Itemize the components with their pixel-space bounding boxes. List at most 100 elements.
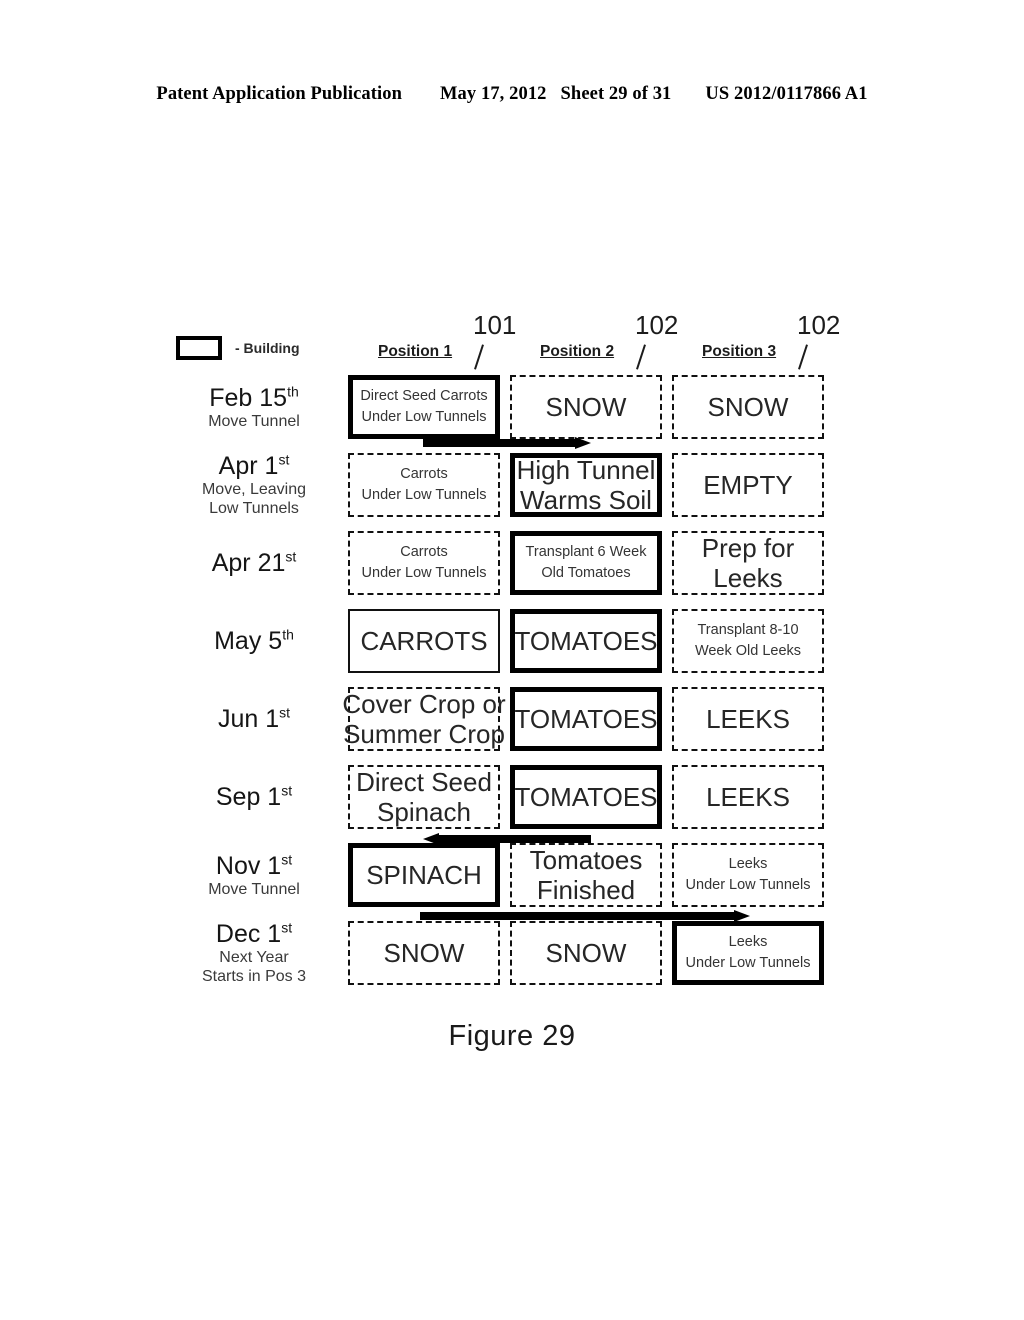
schedule-cell-r7-c1: SPINACH (348, 843, 500, 907)
cell-text-line: Finished (536, 875, 636, 905)
date-label-row-6: Sep 1st (168, 783, 340, 811)
date-text: Nov 1 (215, 851, 282, 880)
schedule-cell-r2-c1: Carrots Under Low Tunnels (348, 453, 500, 517)
move-arrow-nov-to-dec (420, 910, 750, 922)
schedule-cell-r5-c1: Cover Crop or Summer Crop (342, 687, 506, 751)
cell-text-line: Under Low Tunnels (685, 877, 811, 893)
cell-text-line: EMPTY (703, 470, 793, 500)
date-text: May 5 (214, 627, 283, 655)
schedule-cell-r6-c2: TOMATOES (510, 765, 662, 829)
date-title: Jun 1st (168, 705, 340, 733)
date-text: Dec 1 (215, 920, 282, 948)
column-header-position-2: Position 2 (540, 343, 615, 360)
cell-text-line: Tomatoes (529, 845, 643, 875)
cell-text-line: Under Low Tunnels (361, 487, 487, 503)
date-title: May 5th (168, 627, 340, 655)
move-arrow-feb-to-apr (423, 437, 591, 449)
date-label-row-4: May 5th (168, 627, 340, 655)
cell-text-line: LEEKS (706, 704, 790, 734)
cell-text-line: Under Low Tunnels (685, 955, 811, 971)
date-ordinal: st (281, 919, 293, 936)
date-text: Apr 21 (211, 549, 286, 577)
cell-text-line: Leeks (728, 856, 768, 872)
schedule-cell-r7-c2: Tomatoes Finished (510, 843, 662, 907)
date-text: Sep 1 (215, 783, 282, 811)
cell-text-line: TOMATOES (514, 626, 658, 656)
date-ordinal: st (279, 704, 291, 721)
schedule-cell-r4-c2: TOMATOES (510, 609, 662, 673)
date-subtitle: Move, Leaving (201, 481, 307, 498)
cell-text-line: LEEKS (706, 782, 790, 812)
date-ordinal: st (281, 782, 293, 799)
cell-text-line: TOMATOES (514, 782, 658, 812)
reference-leader-line-2 (636, 344, 646, 370)
date-label-row-2: Apr 1st Move, Leaving Low Tunnels (168, 452, 340, 518)
date-ordinal: st (285, 548, 297, 565)
figure-29-diagram: - Building Position 1 101 Position 2 102 Pos… (0, 0, 1024, 1320)
cell-text-line: Carrots (400, 544, 448, 560)
reference-numeral-3: 102 (797, 310, 841, 340)
date-label-row-3: Apr 21st (168, 549, 340, 577)
cell-text-line: Prep for (701, 533, 795, 563)
date-title: Apr 1st (168, 452, 340, 480)
cell-text-line: Transplant 8-10 (697, 622, 799, 638)
reference-numeral-2: 102 (635, 310, 679, 340)
schedule-cell-r3-c3: Prep for Leeks (672, 531, 824, 595)
column-header-position-3: Position 3 (702, 343, 777, 360)
date-ordinal: th (282, 626, 294, 643)
cell-text-line: CARROTS (360, 626, 488, 656)
schedule-cell-r5-c2: TOMATOES (510, 687, 662, 751)
date-title: Feb 15th (168, 384, 340, 412)
cell-text-line: Spinach (377, 797, 471, 827)
cell-text-line: Old Tomatoes (541, 565, 631, 581)
cell-text-line: Cover Crop or (342, 689, 506, 719)
date-label-row-8: Dec 1st Next Year Starts in Pos 3 (168, 920, 340, 986)
date-title: Dec 1st (168, 920, 340, 948)
cell-text-line: Summer Crop (343, 719, 505, 749)
cell-text-line: Leeks (728, 934, 768, 950)
schedule-cell-r1-c1: Direct Seed Carrots Under Low Tunnels (348, 375, 500, 439)
cell-text-line: SPINACH (366, 860, 482, 890)
cell-text-line: Leeks (713, 563, 783, 593)
date-ordinal: st (281, 851, 293, 868)
schedule-cell-r8-c1: SNOW (348, 921, 500, 985)
date-subtitle: Move Tunnel (208, 880, 300, 898)
schedule-cell-r8-c3: Leeks Under Low Tunnels (672, 921, 824, 985)
cell-text-line: Under Low Tunnels (361, 409, 487, 425)
date-text: Feb 15 (209, 383, 288, 412)
reference-leader-line-1 (474, 344, 484, 370)
cell-text-line: High Tunnel (516, 455, 656, 485)
cell-text-line: Transplant 6 Week (525, 544, 647, 560)
schedule-cell-r3-c2: Transplant 6 Week Old Tomatoes (510, 531, 662, 595)
date-label-row-7: Nov 1st Move Tunnel (168, 852, 340, 899)
cell-text-line: Direct Seed (356, 767, 492, 797)
date-label-row-5: Jun 1st (168, 705, 340, 733)
date-ordinal: th (287, 383, 299, 400)
legend-label: - Building (235, 340, 300, 356)
schedule-cell-r1-c2: SNOW (510, 375, 662, 439)
cell-text-line: TOMATOES (514, 704, 658, 734)
schedule-cell-r2-c2: High Tunnel Warms Soil (510, 453, 662, 517)
date-subtitle: Low Tunnels (209, 500, 299, 517)
date-title: Nov 1st (168, 852, 340, 880)
date-subtitle: Move Tunnel (208, 412, 300, 430)
date-label-row-1: Feb 15th Move Tunnel (168, 384, 340, 431)
date-text: Apr 1 (218, 452, 279, 480)
date-subtitle: Next Year (219, 949, 289, 966)
schedule-cell-r5-c3: LEEKS (672, 687, 824, 751)
schedule-cell-r1-c3: SNOW (672, 375, 824, 439)
cell-text-line: Warms Soil (520, 485, 652, 515)
date-ordinal: st (278, 451, 290, 468)
cell-text-line: Under Low Tunnels (361, 565, 487, 581)
schedule-cell-r8-c2: SNOW (510, 921, 662, 985)
schedule-cell-r4-c1: CARROTS (348, 609, 500, 673)
schedule-cell-r6-c3: LEEKS (672, 765, 824, 829)
cell-text-line: SNOW (545, 938, 627, 968)
date-title: Apr 21st (168, 549, 340, 577)
schedule-cell-r6-c1: Direct Seed Spinach (348, 765, 500, 829)
move-arrow-sep-to-nov (423, 833, 591, 845)
schedule-cell-r3-c1: Carrots Under Low Tunnels (348, 531, 500, 595)
schedule-cell-r7-c3: Leeks Under Low Tunnels (672, 843, 824, 907)
legend-building: - Building (176, 336, 300, 360)
cell-text-line: Direct Seed Carrots (360, 388, 488, 404)
